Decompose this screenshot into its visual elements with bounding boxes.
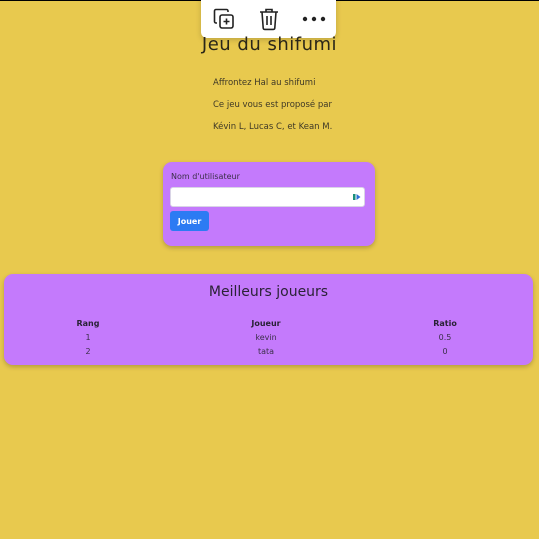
intro-line-1: Affrontez Hal au shifumi [213,78,316,88]
leaderboard-title: Meilleurs joueurs [208,284,329,300]
more-horizontal-icon [302,16,325,22]
column-header-player: Joueur [251,319,281,328]
username-input[interactable] [170,187,365,207]
intro-line-3: Kévin L, Lucas C, et Kean M. [213,122,333,132]
play-button[interactable]: Jouer [170,211,209,231]
floating-toolbar [201,0,336,38]
username-label: Nom d'utilisateur [171,172,240,181]
page-title: Jeu du shifumi [201,34,338,55]
row-1-ratio: 0.5 [438,333,452,342]
row-2-rank: 2 [85,347,91,356]
more-options-button[interactable] [298,3,330,35]
copy-add-icon [213,8,234,29]
row-1-rank: 1 [85,333,91,342]
row-1-player: kevin [255,333,277,342]
copy-add-button[interactable] [208,3,240,35]
intro-line-2: Ce jeu vous est proposé par [213,100,332,110]
autofill-icon[interactable] [353,193,361,201]
column-header-rank: Rang [76,319,100,328]
row-2-ratio: 0 [442,347,448,356]
leaderboard-card: Meilleurs joueurs Rang Joueur Ratio 1 ke… [4,274,533,365]
row-2-player: tata [257,347,275,356]
delete-button[interactable] [253,3,285,35]
login-card: Nom d'utilisateur Jouer [163,162,375,246]
trash-icon [259,8,278,31]
column-header-ratio: Ratio [433,319,457,328]
